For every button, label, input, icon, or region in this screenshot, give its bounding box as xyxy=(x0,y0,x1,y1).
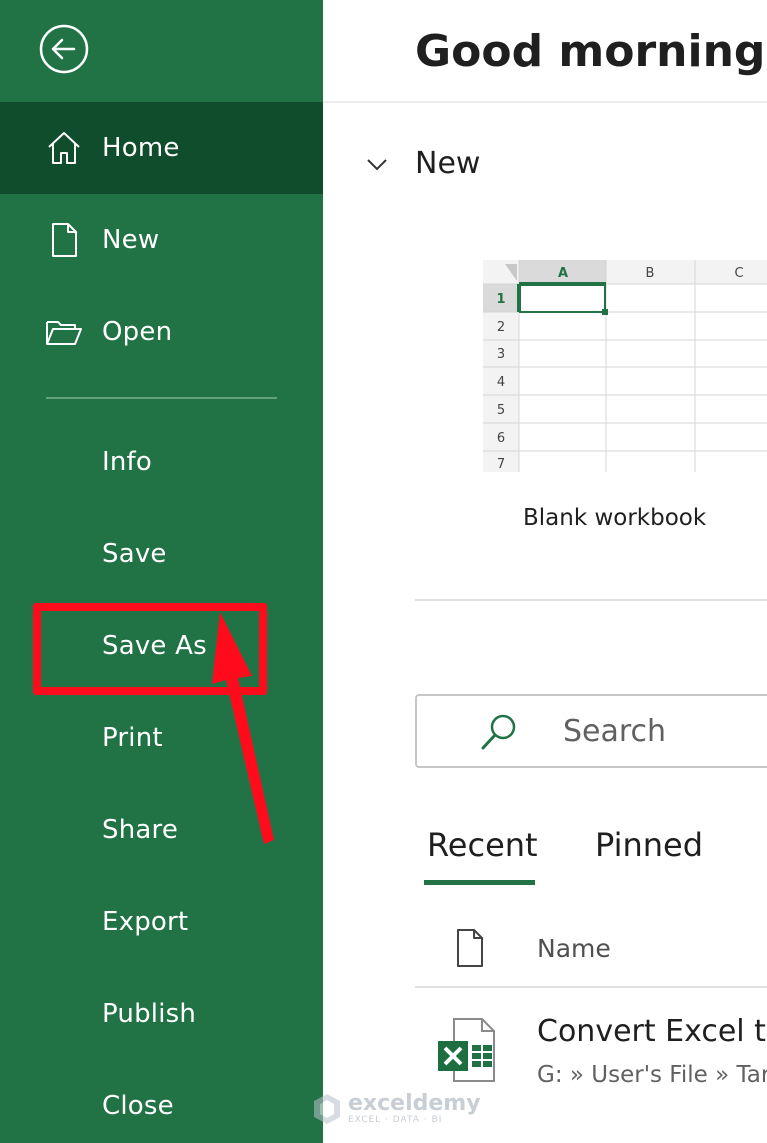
search-placeholder: Search xyxy=(563,714,667,749)
row-header-1: 1 xyxy=(496,292,505,307)
red-arrow-icon xyxy=(212,612,274,844)
search-input[interactable]: Search xyxy=(415,694,767,768)
list-divider xyxy=(415,986,767,988)
file-name: Convert Excel to xyxy=(537,1014,767,1049)
sidebar-divider xyxy=(46,397,277,399)
header-divider xyxy=(323,101,767,103)
watermark-subtext: EXCEL · DATA · BI xyxy=(348,1114,443,1125)
row-header-3: 3 xyxy=(497,347,505,362)
row-header-7: 7 xyxy=(497,457,505,472)
sidebar-item-close[interactable]: Close xyxy=(0,1060,323,1143)
sidebar-item-label: Home xyxy=(102,133,180,163)
row-header-6: 6 xyxy=(497,431,505,446)
file-path: G: » User's File » Tar xyxy=(537,1062,767,1088)
new-section-header[interactable]: New xyxy=(363,146,480,181)
exceldemy-logo-icon xyxy=(314,1094,340,1124)
row-header-5: 5 xyxy=(497,403,505,418)
sidebar-item-publish[interactable]: Publish xyxy=(0,968,323,1060)
watermark: exceldemy EXCEL · DATA · BI xyxy=(312,1092,481,1126)
column-header-b: B xyxy=(646,266,655,281)
file-type-column-icon xyxy=(457,929,483,967)
row-header-2: 2 xyxy=(497,320,505,335)
main-content: Good morning New A B C 1 2 3 4 5 6 7 Bla… xyxy=(323,0,767,1143)
sidebar-item-label: Close xyxy=(102,1091,174,1121)
home-icon xyxy=(48,132,80,164)
search-icon xyxy=(481,714,516,750)
blank-workbook-thumbnail[interactable]: A B C 1 2 3 4 5 6 7 xyxy=(483,260,767,472)
sidebar-item-label: Export xyxy=(102,907,189,937)
watermark-text: exceldemy xyxy=(348,1090,481,1116)
sidebar-item-new[interactable]: New xyxy=(0,194,323,286)
tab-recent[interactable]: Recent xyxy=(427,826,538,864)
new-document-icon xyxy=(52,223,77,257)
sidebar-item-label: Share xyxy=(102,815,179,845)
excel-file-icon xyxy=(438,1018,495,1082)
sidebar-item-label: Save xyxy=(102,539,167,569)
tab-pinned[interactable]: Pinned xyxy=(595,826,703,864)
blank-workbook-label[interactable]: Blank workbook xyxy=(523,505,706,531)
sidebar-item-save[interactable]: Save xyxy=(0,508,323,600)
row-header-4: 4 xyxy=(497,375,505,390)
sidebar-item-export[interactable]: Export xyxy=(0,876,323,968)
column-header-c: C xyxy=(734,266,743,281)
section-divider xyxy=(415,599,767,601)
sidebar-item-label: Info xyxy=(102,447,153,477)
page-title: Good morning xyxy=(415,26,766,77)
column-header-name[interactable]: Name xyxy=(537,934,611,963)
sidebar-item-label: Print xyxy=(102,723,163,753)
sidebar-item-label: Open xyxy=(102,317,173,347)
backstage-sidebar: Home New Open Info Save Save As Print Sh… xyxy=(0,0,323,1143)
column-header-a: A xyxy=(558,266,568,281)
sidebar-item-home[interactable]: Home xyxy=(0,102,323,194)
active-tab-indicator xyxy=(424,880,535,885)
section-title: New xyxy=(415,146,481,181)
chevron-down-icon[interactable] xyxy=(363,150,391,178)
sidebar-item-open[interactable]: Open xyxy=(0,286,323,378)
back-arrow-icon[interactable] xyxy=(38,23,90,75)
folder-open-icon xyxy=(46,321,82,345)
sidebar-item-label: Publish xyxy=(102,999,197,1029)
sidebar-item-info[interactable]: Info xyxy=(0,416,323,508)
sidebar-item-label: New xyxy=(102,225,160,255)
